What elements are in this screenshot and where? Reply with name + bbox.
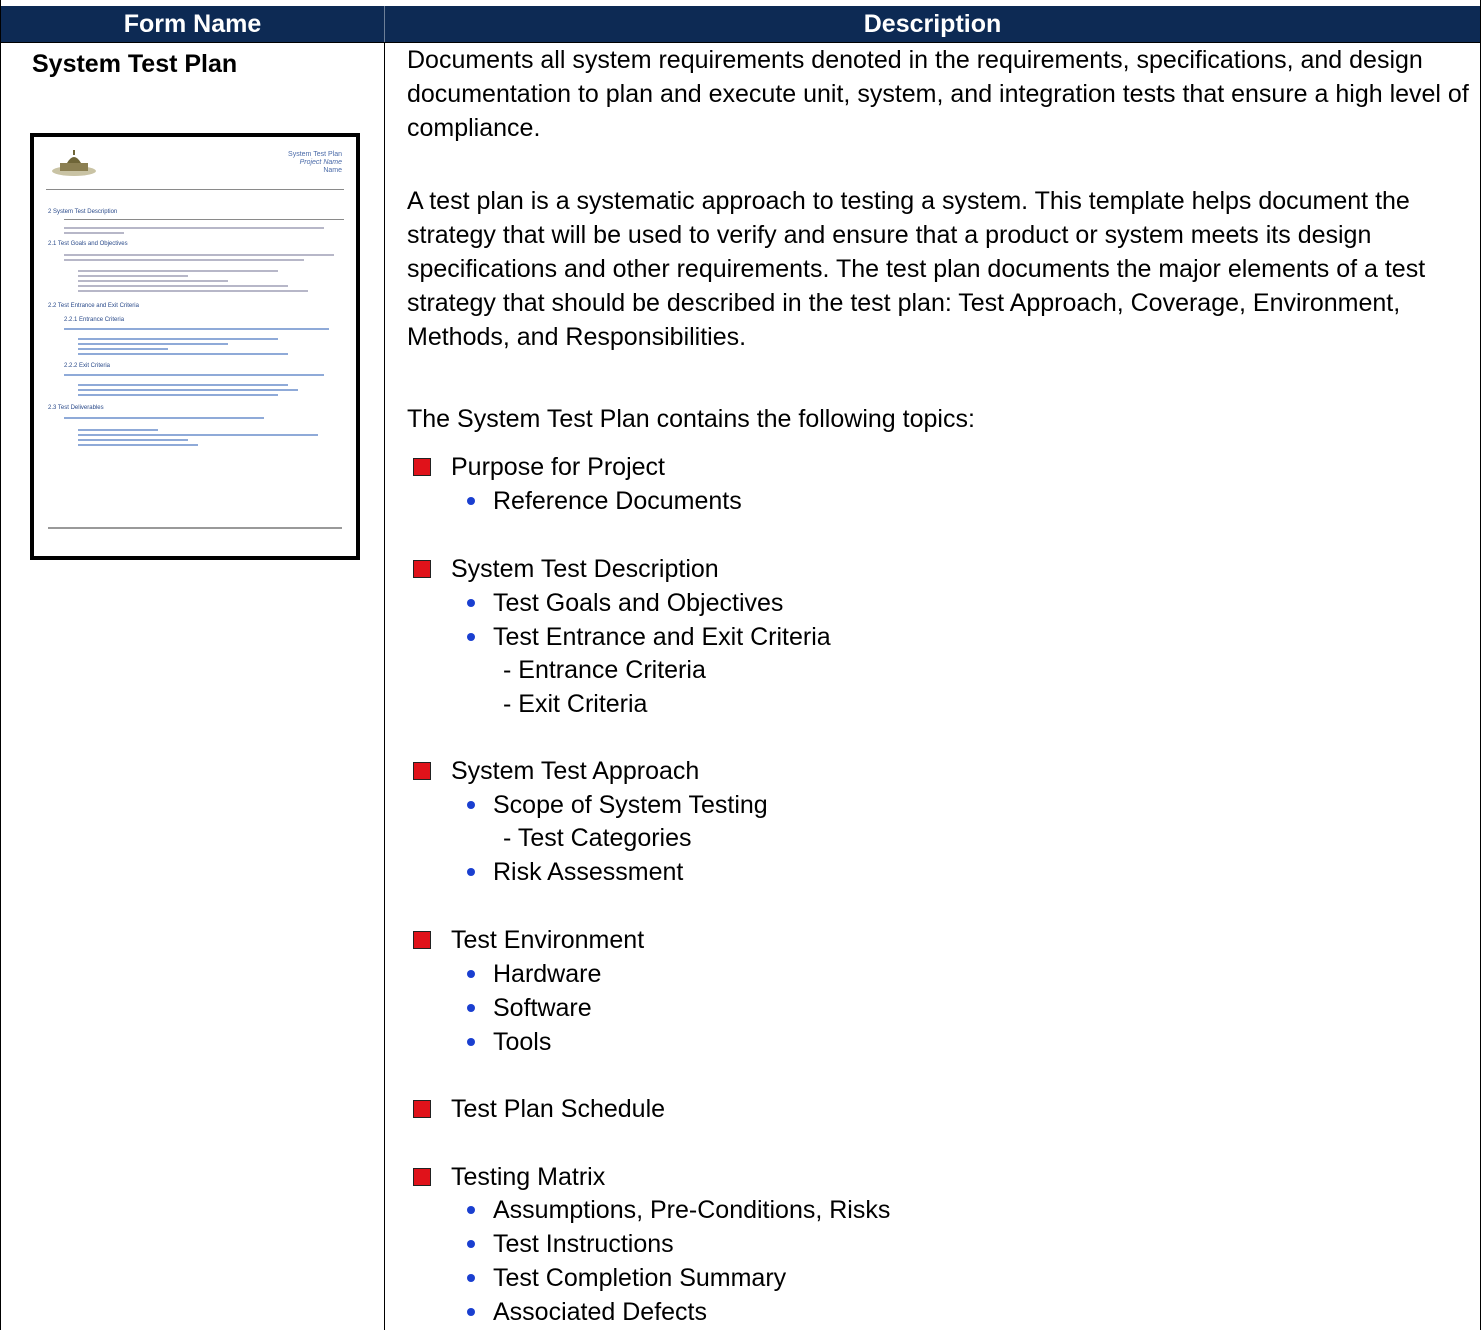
thumbnail-h3: 2.2.1 Entrance Criteria: [64, 317, 125, 323]
thumbnail-line: [78, 444, 198, 446]
topic-label: System Test Approach: [451, 757, 700, 785]
thumbnail-title-block: System Test Plan Project Name Name: [288, 151, 342, 175]
blue-dot-bullet-icon: [467, 1240, 475, 1248]
topic-label: Test Plan Schedule: [451, 1095, 666, 1123]
thumbnail-line: [78, 434, 318, 436]
thumbnail-line: [78, 439, 188, 441]
thumbnail-h5: 2.3 Test Deliverables: [48, 405, 104, 411]
thumbnail-line: [78, 280, 228, 282]
sub-subtopic-label: - Test Categories: [503, 824, 692, 852]
capitol-logo-icon: [52, 150, 96, 176]
subtopic-label: Test Entrance and Exit Criteria: [493, 623, 831, 651]
topic-label: Testing Matrix: [451, 1163, 606, 1191]
thumbnail-line: [78, 285, 288, 287]
thumbnail-line: [64, 259, 304, 261]
thumbnail-rule: [64, 219, 344, 220]
thumbnail-line: [78, 275, 188, 277]
thumbnail-line: [64, 374, 324, 376]
red-square-bullet-icon: [413, 560, 431, 578]
subtopic-label: Test Goals and Objectives: [493, 589, 784, 617]
subtopic-label: Reference Documents: [493, 487, 742, 515]
thumbnail-subtitle: Project Name: [299, 159, 342, 166]
form-name-title: System Test Plan: [32, 50, 238, 78]
thumbnail-line: [78, 290, 308, 292]
document-thumbnail: System Test Plan Project Name Name 2 Sys…: [30, 133, 360, 560]
thumbnail-line: [78, 338, 278, 340]
blue-dot-bullet-icon: [467, 497, 475, 505]
subtopic-label: Associated Defects: [493, 1298, 707, 1326]
sub-subtopic-label: - Exit Criteria: [503, 690, 648, 718]
red-square-bullet-icon: [413, 762, 431, 780]
topic-label: System Test Description: [451, 555, 719, 583]
blue-dot-bullet-icon: [467, 633, 475, 641]
red-square-bullet-icon: [413, 931, 431, 949]
blue-dot-bullet-icon: [467, 1274, 475, 1282]
thumbnail-h2: 2.2 Test Entrance and Exit Criteria: [48, 303, 139, 309]
thumbnail-line: [78, 270, 278, 272]
header-description: Description: [863, 10, 1002, 38]
thumbnail-rule: [46, 189, 344, 190]
subtopic-label: Scope of System Testing: [493, 791, 768, 819]
blue-dot-bullet-icon: [467, 1038, 475, 1046]
red-square-bullet-icon: [413, 1168, 431, 1186]
thumbnail-line: [78, 394, 278, 396]
thumbnail-line: [64, 328, 329, 330]
description-para-1: Documents all system requirements denote…: [407, 46, 1469, 142]
thumbnail-line: [64, 254, 334, 256]
thumbnail-line: [64, 232, 124, 234]
subtopic-label: Software: [493, 994, 592, 1022]
column-divider: [384, 42, 385, 1330]
blue-dot-bullet-icon: [467, 868, 475, 876]
thumbnail-line: [64, 227, 324, 229]
blue-dot-bullet-icon: [467, 599, 475, 607]
header-form-name: Form Name: [123, 10, 262, 38]
blue-dot-bullet-icon: [467, 970, 475, 978]
thumbnail-line: [78, 384, 288, 386]
thumbnail-line: [64, 417, 264, 419]
thumbnail-h4: 2.2.2 Exit Criteria: [64, 363, 111, 369]
blue-dot-bullet-icon: [467, 1206, 475, 1214]
sub-subtopic-label: - Entrance Criteria: [503, 656, 706, 684]
subtopic-label: Hardware: [493, 960, 602, 988]
blue-dot-bullet-icon: [467, 801, 475, 809]
topic-label: Test Environment: [451, 926, 645, 954]
subtopic-label: Test Completion Summary: [493, 1264, 787, 1292]
red-square-bullet-icon: [413, 1100, 431, 1118]
topic-label: Purpose for Project: [451, 453, 665, 481]
subtopic-label: Tools: [493, 1028, 552, 1056]
red-square-bullet-icon: [413, 458, 431, 476]
thumbnail-org: Name: [323, 167, 342, 174]
blue-dot-bullet-icon: [467, 1308, 475, 1316]
thumbnail-h1: 2.1 Test Goals and Objectives: [48, 241, 128, 247]
thumbnail-line: [78, 348, 168, 350]
thumbnail-line: [78, 343, 228, 345]
thumbnail-line: [78, 389, 298, 391]
subtopic-label: Assumptions, Pre-Conditions, Risks: [493, 1196, 891, 1224]
description-para-3: The System Test Plan contains the follow…: [407, 405, 975, 433]
thumbnail-line: [78, 429, 158, 431]
description-para-2: A test plan is a systematic approach to …: [407, 187, 1426, 351]
subtopic-label: Test Instructions: [493, 1230, 674, 1258]
subtopic-label: Risk Assessment: [493, 858, 684, 886]
thumbnail-title: System Test Plan: [288, 151, 342, 158]
thumbnail-footer: [48, 527, 342, 529]
thumbnail-section: 2 System Test Description: [48, 209, 118, 215]
blue-dot-bullet-icon: [467, 1004, 475, 1012]
thumbnail-line: [78, 353, 288, 355]
table-header: Form Name Description: [1, 6, 1480, 43]
